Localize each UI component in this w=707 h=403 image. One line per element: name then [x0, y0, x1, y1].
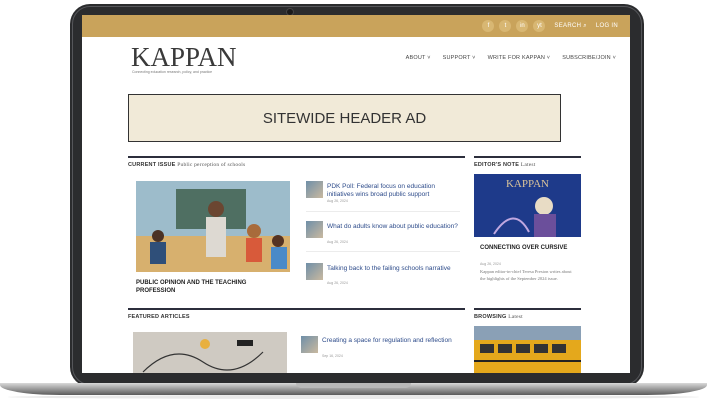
youtube-icon[interactable]: yt — [533, 20, 546, 32]
site-tagline: Connecting education research, policy, a… — [132, 70, 213, 74]
twitter-icon[interactable]: t — [499, 20, 512, 32]
article-thumbnail[interactable] — [301, 336, 318, 353]
divider — [306, 251, 460, 252]
section-subtitle: Latest — [520, 162, 536, 168]
search-link[interactable]: SEARCH ⌕ — [554, 23, 586, 30]
article-date: Aug 26, 2024 — [327, 240, 348, 244]
login-link[interactable]: LOG IN — [596, 23, 618, 29]
section-header: EDITOR'S NOTE Latest — [474, 158, 581, 168]
laptop-notch — [296, 383, 411, 388]
section-title: BROWSING — [474, 314, 507, 320]
main-nav: ABOUT ˅ SUPPORT ˅ WRITE FOR KAPPAN ˅ SUB… — [406, 55, 616, 61]
site-logo[interactable]: KAPPAN — [131, 42, 237, 73]
browsing-section: BROWSING Latest — [474, 308, 581, 320]
linkedin-icon[interactable]: in — [516, 20, 529, 32]
top-utility-bar: f t in yt SEARCH ⌕ LOG IN — [82, 15, 630, 37]
article-thumbnail[interactable] — [306, 181, 323, 198]
divider — [306, 211, 460, 212]
article-title[interactable]: What do adults know about public educati… — [327, 223, 461, 231]
featured-articles-section: FEATURED ARTICLES — [128, 308, 465, 320]
laptop-screen: f t in yt SEARCH ⌕ LOG IN KAPPAN Connect… — [82, 15, 630, 373]
facebook-icon[interactable]: f — [482, 20, 495, 32]
article-date: Aug 26, 2024 — [327, 281, 348, 285]
article-title[interactable]: PDK Poll: Federal focus on education ini… — [327, 183, 461, 199]
section-subtitle: Public perception of schools — [177, 162, 246, 168]
section-header: CURRENT ISSUE Public perception of schoo… — [128, 158, 465, 168]
magazine-cover-image[interactable]: KAPPAN — [474, 174, 581, 237]
article-date: Aug 26, 2024 — [327, 199, 348, 203]
nav-subscribe-join[interactable]: SUBSCRIBE/JOIN ˅ — [562, 55, 616, 61]
article-thumbnail[interactable] — [306, 263, 323, 280]
current-issue-section: CURRENT ISSUE Public perception of schoo… — [128, 156, 465, 168]
nav-about[interactable]: ABOUT ˅ — [406, 55, 431, 61]
sitewide-header-ad[interactable]: SITEWIDE HEADER AD — [128, 94, 561, 142]
editors-note-section: EDITOR'S NOTE Latest — [474, 156, 581, 168]
section-title: EDITOR'S NOTE — [474, 162, 520, 168]
laptop-shadow — [8, 395, 699, 399]
editors-note-headline[interactable]: CONNECTING OVER CURSIVE — [480, 245, 580, 253]
section-header: BROWSING Latest — [474, 310, 581, 320]
nav-write-for-kappan[interactable]: WRITE FOR KAPPAN ˅ — [488, 55, 551, 61]
editors-note-body: Kappan editor-in-chief Teresa Preston wr… — [480, 269, 572, 282]
article-date: Sep 16, 2024 — [322, 354, 343, 358]
feature-caption[interactable]: PUBLIC OPINION AND THE TEACHING PROFESSI… — [136, 280, 286, 296]
section-title: FEATURED ARTICLES — [128, 314, 190, 320]
article-title[interactable]: Talking back to the failing schools narr… — [327, 265, 461, 273]
feature-image-teacher-classroom[interactable] — [136, 181, 290, 272]
school-bus-image[interactable] — [474, 326, 581, 373]
featured-article-image[interactable] — [133, 332, 287, 373]
article-thumbnail[interactable] — [306, 221, 323, 238]
article-title[interactable]: Creating a space for regulation and refl… — [322, 337, 462, 345]
section-subtitle: Latest — [508, 314, 523, 320]
nav-support[interactable]: SUPPORT ˅ — [443, 55, 476, 61]
section-title: CURRENT ISSUE — [128, 162, 176, 168]
site-header: KAPPAN Connecting education research, po… — [82, 37, 630, 87]
editors-note-date: Aug 26, 2024 — [480, 262, 501, 266]
